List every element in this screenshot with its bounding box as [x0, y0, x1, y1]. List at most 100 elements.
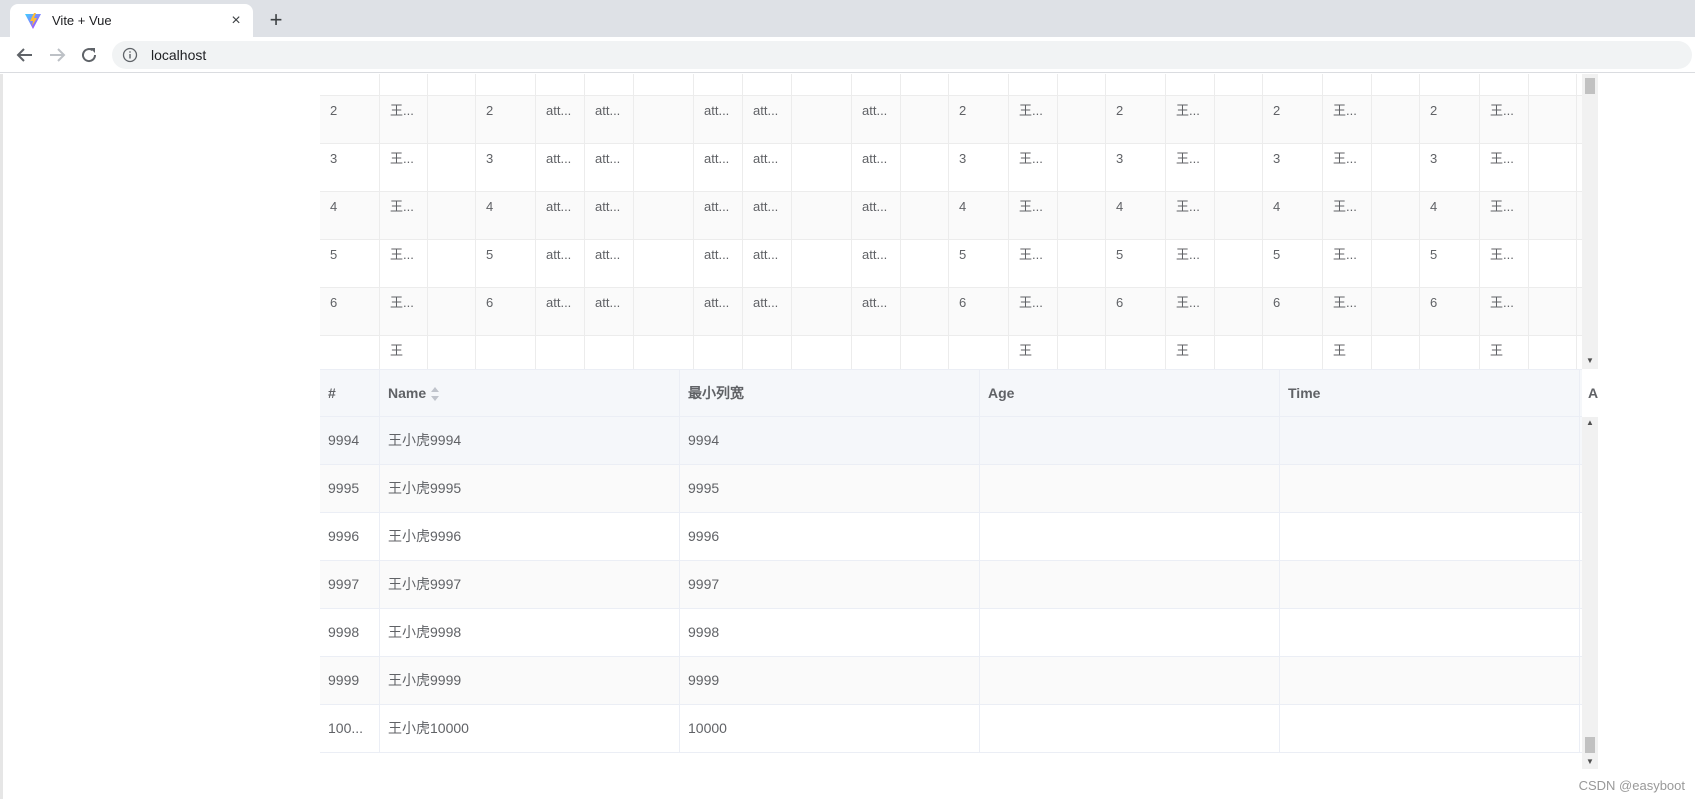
table-cell	[1058, 240, 1106, 288]
table-cell: 9997	[680, 561, 980, 609]
table-cell	[1372, 96, 1420, 144]
table-row[interactable]: 5 王... 5 att... att... att... att... att... 5 王..…	[320, 240, 1582, 288]
table-row[interactable]: 9995 王小虎9995 9995	[320, 465, 1582, 513]
table-cell: 4	[1106, 192, 1166, 240]
table-cell: 3	[1106, 144, 1166, 192]
forward-arrow-icon[interactable]	[45, 43, 69, 67]
table-cell: att...	[536, 240, 585, 288]
table-cell	[792, 96, 852, 144]
table-cell: 王	[380, 336, 428, 369]
bottom-scroll-thumb[interactable]	[1585, 737, 1595, 753]
table-cell	[980, 465, 1280, 513]
table-cell: 9994	[680, 417, 980, 465]
table-cell	[1372, 240, 1420, 288]
table-cell	[476, 336, 536, 369]
table-cell	[1215, 336, 1263, 369]
back-arrow-icon[interactable]	[13, 43, 37, 67]
table-cell: 5	[1420, 240, 1480, 288]
tab-vite-vue[interactable]: Vite + Vue ×	[10, 4, 253, 37]
table-cell: 9994	[320, 417, 380, 465]
scroll-down-arrow-icon[interactable]: ▼	[1582, 757, 1598, 767]
table-cell: 9997	[320, 561, 380, 609]
table-cell	[1215, 240, 1263, 288]
top-table-vertical-scrollbar[interactable]: ▼	[1582, 74, 1598, 369]
table-row[interactable]: 4 王... 4 att... att... att... att... att... 4 王..…	[320, 192, 1582, 240]
bottom-table-vertical-scrollbar[interactable]: ▲ ▼	[1582, 417, 1598, 769]
table-row[interactable]: 9994 王小虎9994 9994	[320, 417, 1582, 465]
sort-caret-icon[interactable]	[430, 385, 440, 403]
table-cell	[1529, 240, 1577, 288]
table-cell: 6	[949, 288, 1009, 336]
new-tab-button[interactable]: +	[263, 7, 289, 33]
table-cell	[1420, 336, 1480, 369]
table-cell	[792, 192, 852, 240]
table-cell: att...	[694, 96, 743, 144]
table-row[interactable]: 9998 王小虎9998 9998	[320, 609, 1582, 657]
table-cell	[1372, 74, 1420, 96]
table-cell: 9999	[680, 657, 980, 705]
table-cell: 6	[1263, 288, 1323, 336]
table-cell: 王小虎9999	[380, 657, 680, 705]
table-cell: 1	[1420, 74, 1480, 96]
table-cell	[1215, 288, 1263, 336]
table-cell: 王...	[1480, 240, 1529, 288]
table-cell	[852, 336, 901, 369]
table-cell: 王...	[1480, 144, 1529, 192]
table-cell	[1372, 192, 1420, 240]
table-cell	[980, 609, 1280, 657]
table-row[interactable]: 9997 王小虎9997 9997	[320, 561, 1582, 609]
close-tab-icon[interactable]: ×	[227, 12, 245, 30]
table-cell	[428, 144, 476, 192]
table-cell: 王	[1323, 336, 1372, 369]
table-cell	[1058, 192, 1106, 240]
table-cell: 王...	[1009, 288, 1058, 336]
table-cell	[1058, 336, 1106, 369]
table-cell	[428, 192, 476, 240]
table-cell: 5	[1106, 240, 1166, 288]
table-cell	[980, 513, 1280, 561]
table-cell: att...	[743, 144, 792, 192]
scroll-up-arrow-icon[interactable]: ▲	[1582, 418, 1598, 428]
csdn-watermark: CSDN @easyboot	[1578, 778, 1685, 793]
table-cell	[980, 657, 1280, 705]
table-cell: att...	[536, 192, 585, 240]
table-cell: 王...	[380, 288, 428, 336]
reload-icon[interactable]	[77, 43, 101, 67]
table-cell: att...	[852, 288, 901, 336]
table-cell: att...	[852, 74, 901, 96]
table-cell	[901, 96, 949, 144]
table-row[interactable]: 王王王王王	[320, 336, 1582, 369]
top-scroll-thumb[interactable]	[1585, 78, 1595, 94]
address-bar[interactable]: localhost	[112, 41, 1692, 69]
tab-title: Vite + Vue	[52, 13, 112, 28]
table-row[interactable]: 1王...1att...att...att...att...att...1王..…	[320, 74, 1582, 96]
url-text: localhost	[151, 47, 207, 63]
table-cell	[901, 336, 949, 369]
table-cell: 3	[1420, 144, 1480, 192]
header-name[interactable]: Name	[380, 370, 680, 417]
table-cell: 4	[1420, 192, 1480, 240]
table-cell	[634, 240, 694, 288]
header-time: Time	[1280, 370, 1580, 417]
table-cell: 9998	[680, 609, 980, 657]
table-cell	[901, 144, 949, 192]
table-cell	[901, 240, 949, 288]
table-cell: 王小虎9997	[380, 561, 680, 609]
table-cell: 王...	[1166, 288, 1215, 336]
table-cell	[1280, 657, 1580, 705]
table-row[interactable]: 9999 王小虎9999 9999	[320, 657, 1582, 705]
table-cell	[1280, 705, 1580, 753]
table-row[interactable]: 9996 王小虎9996 9996	[320, 513, 1582, 561]
scroll-down-arrow-icon[interactable]: ▼	[1582, 356, 1598, 366]
site-info-icon[interactable]	[122, 47, 138, 63]
table-row[interactable]: 2 王... 2 att... att... att... att... att... 2 王..…	[320, 96, 1582, 144]
table-cell: att...	[536, 74, 585, 96]
table-cell	[1280, 609, 1580, 657]
table-row[interactable]: 6 王... 6 att... att... att... att... att... 6 王..…	[320, 288, 1582, 336]
table-row[interactable]: 3 王... 3 att... att... att... att... att... 3 王..…	[320, 144, 1582, 192]
table-row[interactable]: 100... 王小虎10000 10000	[320, 705, 1582, 753]
table-cell	[980, 705, 1280, 753]
browser-window: Vite + Vue × + localhost 1王...1att...att…	[0, 0, 1695, 799]
table-cell: 王...	[1323, 240, 1372, 288]
table-cell: 王	[1480, 336, 1529, 369]
